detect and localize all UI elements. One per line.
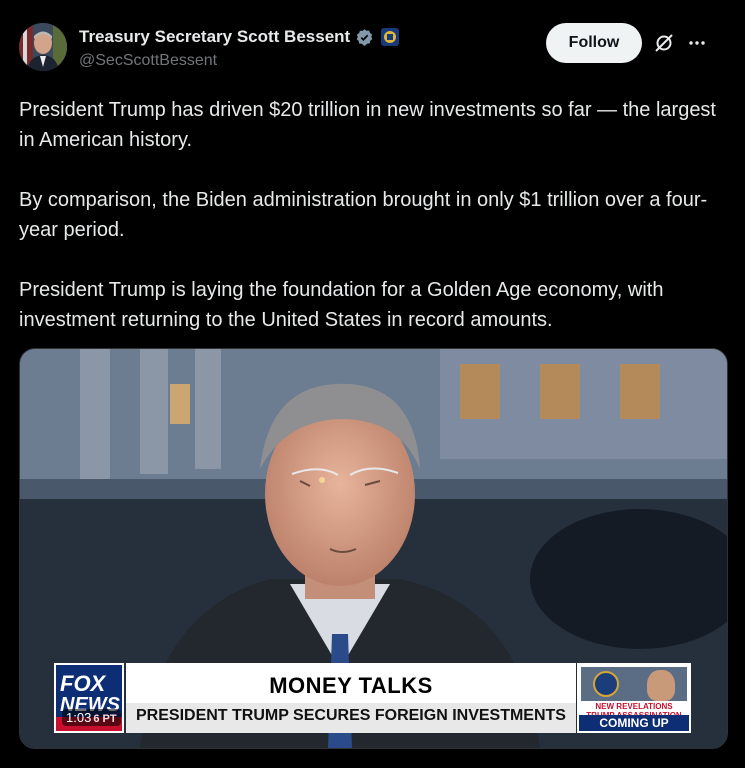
tweet-header: Treasury Secretary Scott Bessent @SecSco… xyxy=(19,23,727,73)
promo-image xyxy=(581,667,687,701)
tweet-paragraph: President Trump is laying the foundation… xyxy=(19,279,664,331)
avatar[interactable] xyxy=(19,23,67,71)
author-display-name[interactable]: Treasury Secretary Scott Bessent xyxy=(79,27,350,47)
tweet-text: President Trump has driven $20 trillion … xyxy=(19,95,719,365)
promo-line1: NEW REVELATIONS xyxy=(595,702,673,711)
display-name-row: Treasury Secretary Scott Bessent xyxy=(79,26,400,48)
treasury-seal-icon[interactable] xyxy=(381,28,400,46)
portrait-image xyxy=(647,670,675,701)
chyron-subheadline: PRESIDENT TRUMP SECURES FOREIGN INVESTME… xyxy=(126,703,576,733)
tweet-paragraph: By comparison, the Biden administration … xyxy=(19,189,708,241)
author-names: Treasury Secretary Scott Bessent @SecSco… xyxy=(79,26,400,70)
tweet-paragraph: President Trump has driven $20 trillion … xyxy=(19,99,716,151)
headline-box: MONEY TALKS PRESIDENT TRUMP SECURES FORE… xyxy=(126,663,576,733)
promo-cta: COMING UP xyxy=(579,715,689,731)
chyron-headline: MONEY TALKS xyxy=(269,673,433,698)
video-time: 1:03 xyxy=(66,710,92,725)
verified-badge-icon[interactable] xyxy=(355,28,374,47)
news-chyron: FOX NEWS MONEY TALKS PRESIDENT TRUMP SEC… xyxy=(54,663,710,733)
grok-icon[interactable] xyxy=(654,33,674,53)
video-player[interactable]: FOX NEWS MONEY TALKS PRESIDENT TRUMP SEC… xyxy=(19,348,728,749)
follow-button[interactable]: Follow xyxy=(546,23,642,63)
author-handle[interactable]: @SecScottBessent xyxy=(79,52,399,70)
coming-up-promo: NEW REVELATIONS TRUMP ASSASSINATION ATTE… xyxy=(577,663,691,733)
more-icon[interactable] xyxy=(687,35,707,51)
video-timestamp: 1:03 6 PT xyxy=(62,709,121,726)
chyron-time-fragment: 6 PT xyxy=(93,713,117,725)
avatar-image xyxy=(19,23,67,71)
fbi-seal-icon xyxy=(593,671,619,697)
